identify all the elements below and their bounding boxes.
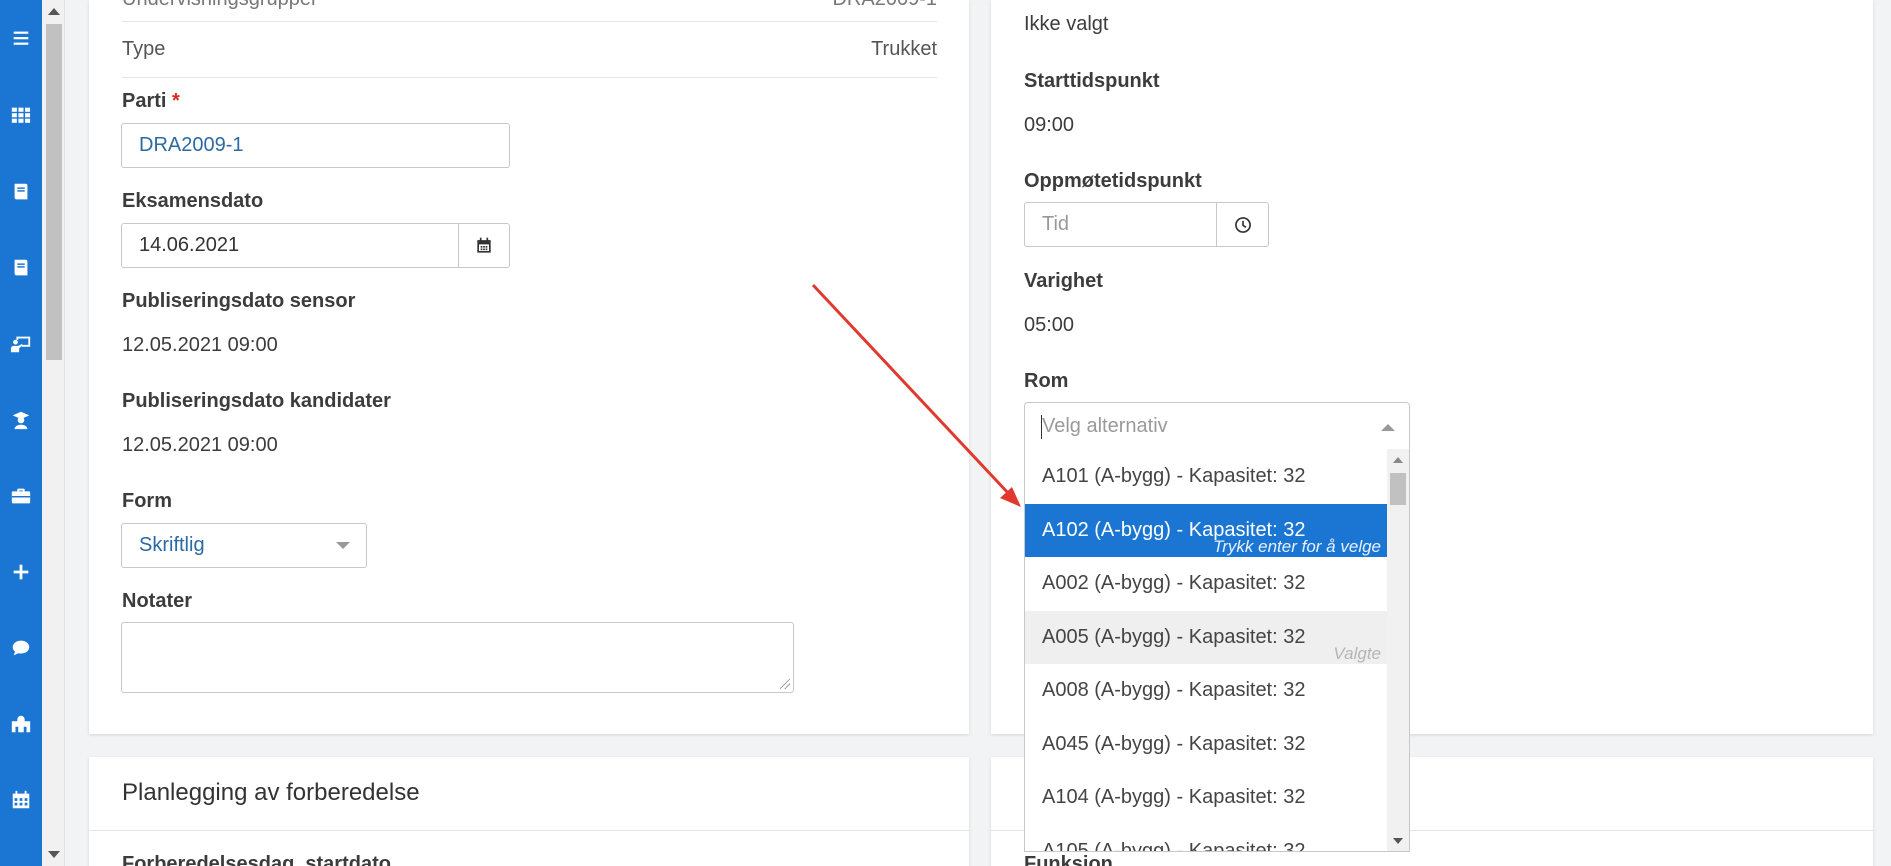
time-picker-button[interactable] bbox=[1216, 202, 1269, 247]
apps-grid-icon[interactable] bbox=[0, 95, 42, 135]
start-value: 09:00 bbox=[1024, 114, 1075, 136]
book-alt-icon[interactable] bbox=[0, 248, 42, 288]
chevron-up-icon[interactable] bbox=[1381, 424, 1395, 431]
scroll-up-arrow-icon[interactable] bbox=[1393, 457, 1403, 463]
calendar-picker-button[interactable] bbox=[458, 223, 510, 268]
chevron-down-icon bbox=[336, 542, 350, 549]
rom-option-label: A045 (A-bygg) - Kapasitet: 32 bbox=[1042, 732, 1306, 755]
rom-option[interactable]: A102 (A-bygg) - Kapasitet: 32 Trykk enter… bbox=[1025, 503, 1389, 557]
rom-select[interactable]: Velg alternativ bbox=[1024, 402, 1410, 450]
rom-option-hint: Valgte bbox=[1333, 643, 1381, 663]
book-icon[interactable] bbox=[0, 172, 42, 212]
notater-label: Notater bbox=[122, 590, 193, 612]
rom-option[interactable]: A008 (A-bygg) - Kapasitet: 32 bbox=[1025, 664, 1389, 717]
graduate-icon[interactable] bbox=[0, 400, 42, 440]
eksamensdato-label: Eksamensdato bbox=[122, 190, 264, 212]
pub-sensor-label: Publiseringsdato sensor bbox=[122, 290, 356, 312]
type-label: Type bbox=[122, 38, 166, 60]
nav-rail bbox=[0, 0, 42, 866]
parti-input[interactable]: DRA2009-1 bbox=[121, 123, 510, 168]
rom-option[interactable]: A104 (A-bygg) - Kapasitet: 32 bbox=[1025, 771, 1389, 824]
undervisningsgrupper-label: Undervisningsgrupper bbox=[122, 0, 318, 11]
oppmote-placeholder: Tid bbox=[1042, 213, 1070, 235]
oppmote-label: Oppmøtetidspunkt bbox=[1024, 170, 1202, 192]
rom-option-label: A101 (A-bygg) - Kapasitet: 32 bbox=[1042, 465, 1306, 487]
rom-option[interactable]: A002 (A-bygg) - Kapasitet: 32 bbox=[1025, 557, 1389, 610]
oppmote-input[interactable]: Tid bbox=[1024, 202, 1217, 247]
parti-label: Parti * bbox=[122, 90, 180, 112]
rom-option-label: A104 (A-bygg) - Kapasitet: 32 bbox=[1042, 786, 1306, 808]
dropdown-scrollbar[interactable] bbox=[1387, 449, 1409, 851]
clock-icon bbox=[1234, 216, 1251, 233]
form-label: Form bbox=[122, 490, 172, 512]
menu-icon[interactable] bbox=[0, 18, 42, 58]
teacher-board-icon[interactable] bbox=[0, 324, 42, 364]
forberedelse-label: Forberedelsesdag, startdato bbox=[122, 853, 391, 866]
calendar-icon bbox=[477, 237, 491, 253]
rom-option-label: A008 (A-bygg) - Kapasitet: 32 bbox=[1042, 679, 1306, 701]
scrollbar-thumb[interactable] bbox=[1390, 473, 1406, 505]
notater-textarea[interactable] bbox=[121, 622, 794, 693]
chat-icon[interactable] bbox=[0, 628, 42, 668]
calendar-icon[interactable] bbox=[0, 780, 42, 820]
exam-details-card: Undervisningsgrupper DRA2009-1 Type Truk… bbox=[89, 0, 969, 734]
plus-icon[interactable] bbox=[0, 552, 42, 592]
rom-option[interactable]: A101 (A-bygg) - Kapasitet: 32 bbox=[1025, 450, 1389, 503]
briefcase-icon[interactable] bbox=[0, 476, 42, 516]
undervisningsgrupper-value: DRA2009-1 bbox=[832, 0, 937, 11]
rom-option-label: A002 (A-bygg) - Kapasitet: 32 bbox=[1042, 572, 1306, 594]
scroll-down-arrow-icon[interactable] bbox=[1393, 838, 1403, 844]
top-value: Ikke valgt bbox=[1024, 13, 1109, 35]
rom-options-list: A101 (A-bygg) - Kapasitet: 32 A102 (A-byg… bbox=[1024, 449, 1410, 852]
rom-option-label: A005 (A-bygg) - Kapasitet: 32 bbox=[1042, 625, 1306, 648]
type-value: Trukket bbox=[871, 38, 937, 60]
eksamensdato-input[interactable]: 14.06.2021 bbox=[121, 223, 459, 268]
resize-grip-icon[interactable] bbox=[780, 679, 790, 689]
scroll-down-arrow-icon[interactable] bbox=[48, 851, 60, 858]
pub-kandidater-label: Publiseringsdato kandidater bbox=[122, 390, 391, 412]
rom-option[interactable]: A105 (A-bygg) - Kapasitet: 32 bbox=[1025, 825, 1389, 852]
pub-kandidater-value: 12.05.2021 09:00 bbox=[122, 434, 278, 456]
rom-option-hint: Trykk enter for å velge bbox=[1213, 536, 1381, 556]
rom-select-placeholder: Velg alternativ bbox=[1042, 415, 1168, 437]
page-scrollbar[interactable] bbox=[42, 0, 65, 866]
funksjon-label: Funksjon bbox=[1024, 853, 1113, 866]
rom-option[interactable]: A005 (A-bygg) - Kapasitet: 32 Valgte bbox=[1025, 610, 1389, 664]
scrollbar-thumb[interactable] bbox=[46, 24, 62, 360]
form-select[interactable]: Skriftlig bbox=[121, 523, 367, 568]
varighet-label: Varighet bbox=[1024, 270, 1103, 292]
varighet-value: 05:00 bbox=[1024, 314, 1075, 336]
pub-sensor-value: 12.05.2021 09:00 bbox=[122, 334, 278, 356]
form-select-value: Skriftlig bbox=[139, 534, 205, 556]
section-title: Planlegging av forberedelse bbox=[122, 779, 420, 806]
divider bbox=[122, 77, 937, 78]
start-label: Starttidspunkt bbox=[1024, 70, 1160, 92]
rom-option[interactable]: A045 (A-bygg) - Kapasitet: 32 bbox=[1025, 718, 1389, 771]
planning-card: Planlegging av forberedelse Forberedelse… bbox=[89, 757, 969, 866]
divider bbox=[122, 21, 937, 22]
rom-label: Rom bbox=[1024, 370, 1069, 392]
required-asterisk: * bbox=[172, 90, 180, 112]
rom-option-label: A105 (A-bygg) - Kapasitet: 32 bbox=[1042, 839, 1306, 852]
divider bbox=[89, 830, 969, 831]
institution-icon[interactable] bbox=[0, 704, 42, 744]
scroll-up-arrow-icon[interactable] bbox=[48, 8, 60, 15]
